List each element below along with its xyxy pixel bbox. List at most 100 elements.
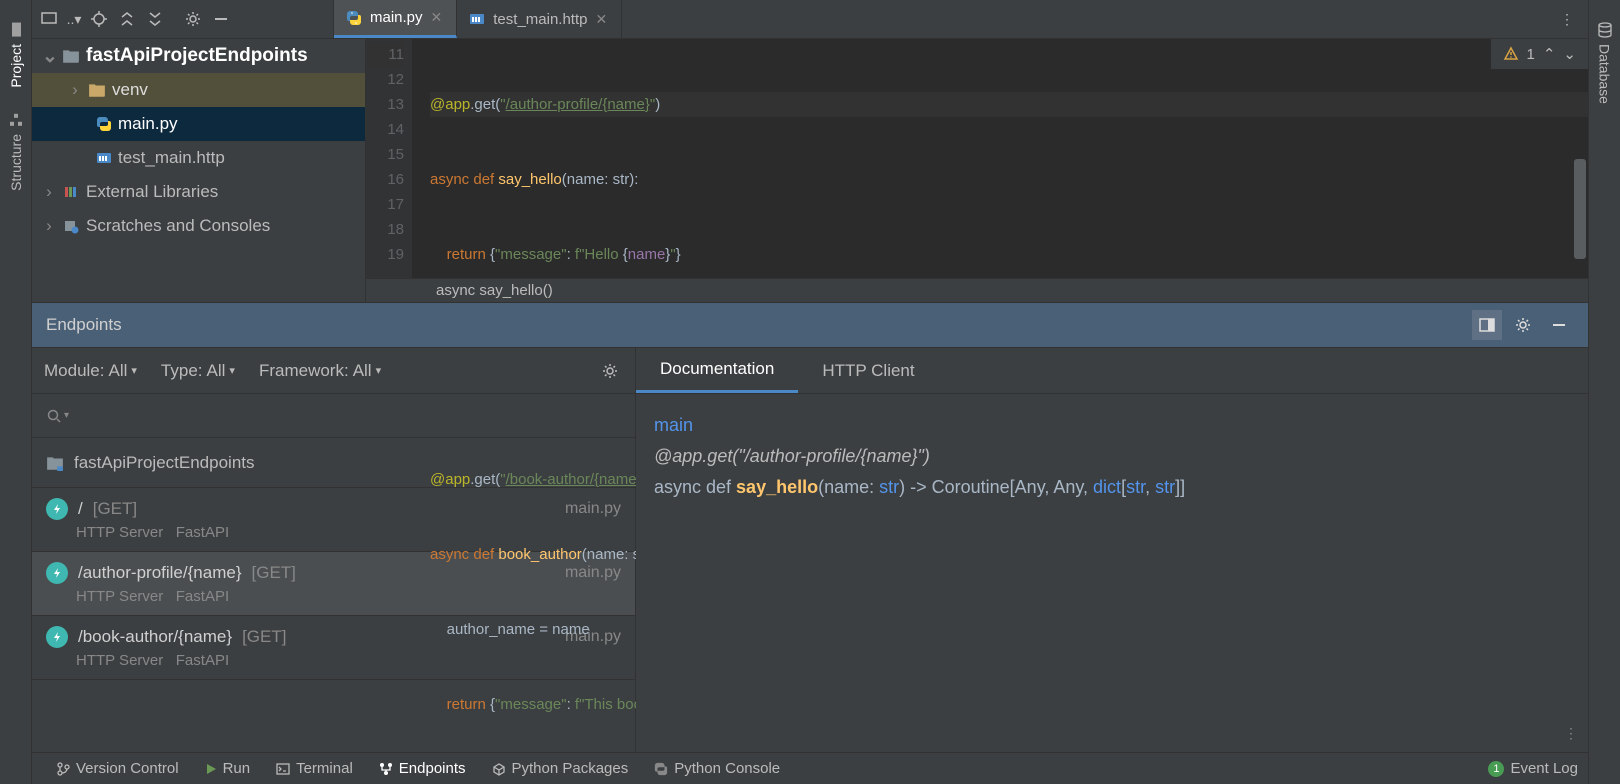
doc-fn: say_hello [736,477,818,497]
expand-all-icon[interactable] [114,6,140,32]
endpoints-icon [379,762,393,776]
chevron-right-icon[interactable]: › [68,80,82,100]
endpoint-framework: FastAPI [176,652,229,669]
prev-hint-icon[interactable]: ⌃ [1543,45,1556,63]
vc-label: Version Control [76,760,179,777]
chevron-right-icon[interactable]: › [42,182,56,202]
endpoints-project-name: fastApiProjectEndpoints [74,453,255,473]
endpoint-method: [GET] [242,627,286,647]
doc-tabs: Documentation HTTP Client [636,348,1588,394]
chevron-down-icon[interactable]: ⌄ [42,45,56,68]
collapse-all-icon[interactable] [142,6,168,32]
project-tool-tab[interactable]: Project [4,10,28,100]
breadcrumb-label: async say_hello() [436,282,553,299]
line-number: 12 [366,67,404,92]
structure-tool-tab[interactable]: Structure [4,100,28,203]
folder-icon [62,48,80,64]
code-area[interactable]: @app.get("/author-profile/{name}") async… [412,39,1588,302]
doc-type-dict[interactable]: dict [1093,477,1121,497]
line-number: 13 [366,92,404,117]
tree-test-label: test_main.http [118,148,225,168]
structure-tab-label: Structure [8,134,24,191]
tree-scratches-label: Scratches and Consoles [86,216,270,236]
folder-icon [46,455,64,471]
bolt-icon [46,562,68,584]
chevron-down-icon: ▾ [64,410,69,421]
minimize-icon[interactable] [208,6,234,32]
gear-icon[interactable] [180,6,206,32]
locate-icon[interactable] [86,6,112,32]
scratches-icon [62,218,80,234]
doc-type-str[interactable]: str [1155,477,1175,497]
select-view-icon[interactable] [36,6,62,32]
tree-main-py[interactable]: main.py [32,107,365,141]
tab-test-http[interactable]: test_main.http ✕ [457,0,622,38]
more-vert-icon[interactable]: ⋮ [1564,725,1578,742]
database-tab-label: Database [1597,44,1613,104]
doc-content: main @app.get("/author-profile/{name}") … [636,394,1588,752]
filter-module[interactable]: Module: All ▾ [44,361,137,381]
endpoint-path: /book-author/{name} [78,627,232,647]
terminal-label: Terminal [296,760,353,777]
breadcrumb[interactable]: async say_hello() [366,278,1588,302]
python-icon [346,10,362,26]
top-row: ..▾ main.py ✕ test_main.http ✕ ⋮ [32,0,1588,39]
line-number: 11 [366,42,404,67]
bottom-run[interactable]: Run [205,760,251,777]
warning-count: 1 [1527,46,1535,63]
chevron-down-icon: ▾ [229,364,235,377]
chevron-down-icon: ▾ [376,364,382,377]
tree-venv-label: venv [112,80,148,100]
tree-test-http[interactable]: test_main.http [32,141,365,175]
bolt-icon [46,498,68,520]
tab-http-client[interactable]: HTTP Client [798,348,938,393]
more-vert-icon[interactable]: ⋮ [1554,6,1580,32]
workspace: ⌄ fastApiProjectEndpoints › venv main.py… [32,39,1588,303]
close-icon[interactable]: ✕ [431,9,443,26]
chevron-down-icon: ▾ [131,364,137,377]
http-file-icon [96,150,112,166]
line-number: 16 [366,167,404,192]
search-icon [46,408,62,424]
tree-scratches[interactable]: › Scratches and Consoles [32,209,365,243]
endpoint-framework: FastAPI [176,588,229,605]
project-toolbar: ..▾ [32,0,334,38]
doc-type-str[interactable]: str [879,477,899,497]
scrollbar-thumb[interactable] [1574,159,1586,259]
tree-root[interactable]: ⌄ fastApiProjectEndpoints [32,39,365,73]
tree-external-libs[interactable]: › External Libraries [32,175,365,209]
doc-module[interactable]: main [654,415,693,435]
dropdown-icon[interactable]: ..▾ [64,6,84,32]
filter-framework-label: Framework: [259,361,349,381]
chevron-right-icon[interactable]: › [42,216,56,236]
doc-kw: async def [654,477,736,497]
filter-framework[interactable]: Framework: All ▾ [259,361,381,381]
play-icon [205,763,217,775]
terminal-icon [276,763,290,775]
http-file-icon [469,11,485,27]
filter-type-label: Type: [161,361,203,381]
folder-icon [8,22,24,38]
bottom-terminal[interactable]: Terminal [276,760,353,777]
tree-venv[interactable]: › venv [32,73,365,107]
tab-main-py[interactable]: main.py ✕ [334,0,457,38]
endpoint-server: HTTP Server [76,524,163,541]
close-icon[interactable]: ✕ [595,11,607,28]
next-hint-icon[interactable]: ⌄ [1563,45,1576,63]
run-label: Run [223,760,251,777]
doc-type-str[interactable]: str [1126,477,1145,497]
tab-documentation[interactable]: Documentation [636,348,798,393]
library-icon [62,184,80,200]
database-tool-tab[interactable]: Database [1593,10,1617,116]
code-editor[interactable]: 11 12 13 14 15 16 17 18 19 @app.get("/au… [366,39,1588,302]
project-tab-label: Project [8,44,24,88]
bottom-version-control[interactable]: Version Control [56,760,179,777]
filter-type[interactable]: Type: All ▾ [161,361,235,381]
editor-scrollbar[interactable] [1574,69,1586,278]
line-number: 19 [366,242,404,267]
endpoints-title: Endpoints [46,315,122,335]
main-content: ..▾ main.py ✕ test_main.http ✕ ⋮ [32,0,1588,784]
filter-framework-value: All [353,361,372,381]
endpoint-path: /author-profile/{name} [78,563,242,583]
editor-gutter: 11 12 13 14 15 16 17 18 19 [366,39,412,302]
